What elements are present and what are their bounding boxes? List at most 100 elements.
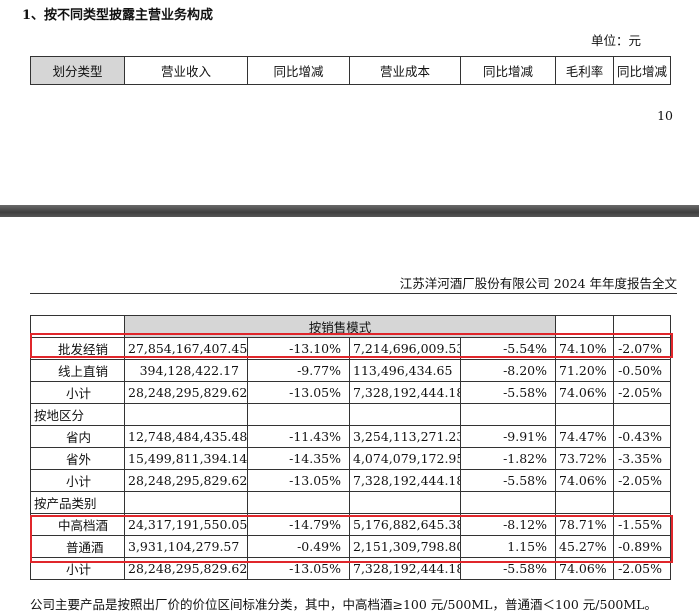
margin-yoy-cell: -0.89% (613, 535, 672, 558)
footnote: 公司主要产品是按照出厂价的价位区间标准分类，其中，中高档酒≥100 元/500M… (30, 597, 657, 612)
cost-cell: 113,496,434.65 (349, 359, 461, 382)
margin-yoy-cell: -2.05% (613, 381, 672, 404)
margin-cell: 45.27% (555, 535, 615, 558)
section-heading: 1、按不同类型披露主营业务构成 (22, 8, 214, 23)
blank-cell (124, 403, 248, 426)
revenue-cell: 27,854,167,407.45 (124, 337, 248, 360)
group-label-sales-mode: 按销售模式 (123, 315, 557, 338)
revenue-yoy-cell: -14.35% (247, 447, 350, 470)
blank-cell (613, 491, 672, 514)
blank-cell (247, 491, 350, 514)
blank-cell (555, 403, 615, 426)
group-label-product: 按产品类别 (30, 491, 125, 514)
blank-cell (247, 403, 350, 426)
blank-cell (613, 315, 672, 338)
group-header-row: 按销售模式 (30, 315, 672, 338)
row-label: 批发经销 (30, 337, 125, 360)
report-page-top: 1、按不同类型披露主营业务构成 单位：元 划分类型 营业收入 同比增减 营业成本… (0, 0, 699, 205)
blank-cell (459, 491, 557, 514)
revenue-cell: 28,248,295,829.62 (124, 381, 248, 404)
cost-cell: 5,176,882,645.38 (349, 513, 461, 536)
cost-yoy-cell: -8.20% (459, 359, 557, 382)
revenue-cell: 28,248,295,829.62 (124, 557, 248, 580)
row-label: 省外 (30, 447, 125, 470)
unit-label: 单位：元 (590, 33, 641, 48)
revenue-cell: 15,499,811,394.14 (124, 447, 248, 470)
cost-cell: 4,074,079,172.95 (349, 447, 461, 470)
revenue-cell: 28,248,295,829.62 (124, 469, 248, 492)
group-header-row: 按产品类别 (30, 491, 672, 514)
cost-yoy-cell: -9.91% (459, 425, 557, 448)
row-label: 小计 (30, 557, 125, 580)
table-row: 批发经销 27,854,167,407.45 -13.10% 7,214,696… (30, 337, 672, 360)
cost-cell: 7,328,192,444.18 (349, 469, 461, 492)
row-label: 小计 (30, 469, 125, 492)
group-label-region: 按地区分 (30, 403, 125, 426)
column-header-row: 划分类型 营业收入 同比增减 营业成本 同比增减 毛利率 同比增减 (30, 56, 671, 85)
cost-yoy-cell: -5.58% (459, 469, 557, 492)
table-row: 普通酒 3,931,104,279.57 -0.49% 2,151,309,79… (30, 535, 672, 558)
blank-cell (555, 491, 615, 514)
revenue-yoy-cell: -13.05% (247, 557, 350, 580)
margin-yoy-cell: -1.55% (613, 513, 672, 536)
blank-cell (30, 315, 125, 338)
row-label: 普通酒 (30, 535, 125, 558)
table-row: 中高档酒 24,317,191,550.05 -14.79% 5,176,882… (30, 513, 672, 536)
header-rule (30, 293, 677, 294)
blank-cell (459, 403, 557, 426)
revenue-cell: 394,128,422.17 (124, 359, 248, 382)
revenue-yoy-cell: -0.49% (247, 535, 350, 558)
blank-cell (124, 491, 248, 514)
cost-cell: 7,214,696,009.53 (349, 337, 461, 360)
margin-yoy-cell: -0.50% (613, 359, 672, 382)
margin-cell: 74.06% (555, 557, 615, 580)
report-running-header: 江苏洋河酒厂股份有限公司 2024 年年度报告全文 (399, 276, 677, 291)
cost-cell: 3,254,113,271.23 (349, 425, 461, 448)
business-composition-table: 按销售模式 批发经销 27,854,167,407.45 -13.10% 7,2… (30, 315, 672, 580)
row-label: 线上直销 (30, 359, 125, 382)
table-row: 省内 12,748,484,435.48 -11.43% 3,254,113,2… (30, 425, 672, 448)
margin-cell: 74.06% (555, 381, 615, 404)
page-separator (0, 205, 699, 217)
margin-cell: 78.71% (555, 513, 615, 536)
margin-yoy-cell: -2.05% (613, 557, 672, 580)
col-header-revenue-yoy: 同比增减 (247, 56, 350, 85)
margin-cell: 71.20% (555, 359, 615, 382)
margin-yoy-cell: -3.35% (613, 447, 672, 470)
col-header-cost: 营业成本 (349, 56, 461, 85)
margin-cell: 73.72% (555, 447, 615, 470)
revenue-cell: 24,317,191,550.05 (124, 513, 248, 536)
margin-yoy-cell: -2.05% (613, 469, 672, 492)
revenue-yoy-cell: -9.77% (247, 359, 350, 382)
margin-cell: 74.10% (555, 337, 615, 360)
margin-yoy-cell: -2.07% (613, 337, 672, 360)
margin-yoy-cell: -0.43% (613, 425, 672, 448)
blank-cell (555, 315, 615, 338)
revenue-yoy-cell: -13.10% (247, 337, 350, 360)
subtotal-row: 小计 28,248,295,829.62 -13.05% 7,328,192,4… (30, 381, 672, 404)
blank-cell (349, 491, 461, 514)
col-header-cost-yoy: 同比增减 (460, 56, 556, 85)
cost-yoy-cell: -8.12% (459, 513, 557, 536)
column-header-table: 划分类型 营业收入 同比增减 营业成本 同比增减 毛利率 同比增减 (30, 56, 671, 85)
table-row: 省外 15,499,811,394.14 -14.35% 4,074,079,1… (30, 447, 672, 470)
cost-cell: 7,328,192,444.18 (349, 557, 461, 580)
revenue-yoy-cell: -13.05% (247, 469, 350, 492)
revenue-cell: 3,931,104,279.57 (124, 535, 248, 558)
cost-cell: 2,151,309,798.80 (349, 535, 461, 558)
margin-cell: 74.47% (555, 425, 615, 448)
row-label: 小计 (30, 381, 125, 404)
cost-yoy-cell: -5.54% (459, 337, 557, 360)
col-header-category: 划分类型 (30, 56, 125, 85)
cost-yoy-cell: -1.82% (459, 447, 557, 470)
col-header-margin-yoy: 同比增减 (613, 56, 671, 85)
blank-cell (613, 403, 672, 426)
row-label: 省内 (30, 425, 125, 448)
revenue-yoy-cell: -11.43% (247, 425, 350, 448)
blank-cell (349, 403, 461, 426)
revenue-cell: 12,748,484,435.48 (124, 425, 248, 448)
col-header-revenue: 营业收入 (124, 56, 248, 85)
revenue-yoy-cell: -14.79% (247, 513, 350, 536)
col-header-margin: 毛利率 (555, 56, 614, 85)
cost-cell: 7,328,192,444.18 (349, 381, 461, 404)
